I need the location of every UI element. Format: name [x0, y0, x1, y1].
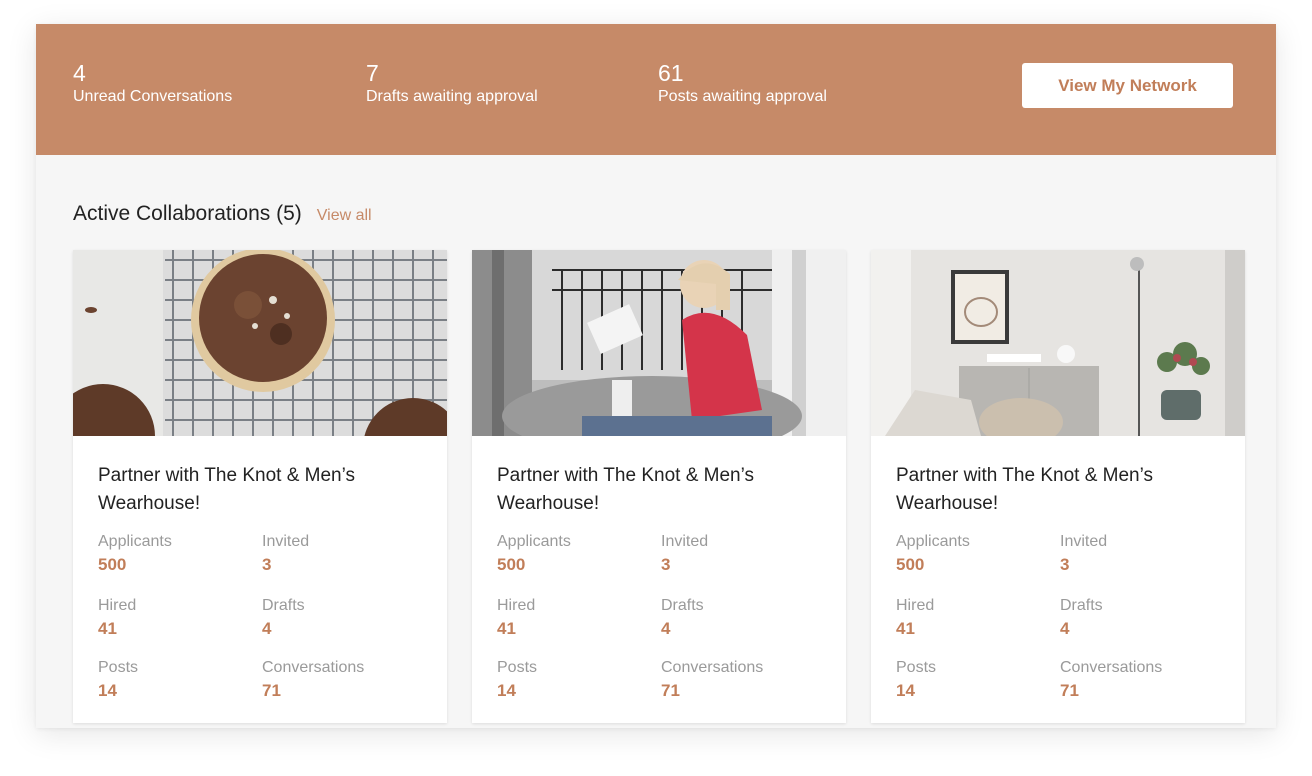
metric-drafts: Drafts 4	[262, 596, 305, 640]
metric-invited: Invited 3	[1060, 532, 1107, 576]
woman-reading-photo[interactable]	[472, 250, 846, 436]
metric-value: 71	[1060, 681, 1079, 700]
metric-value: 3	[1060, 555, 1070, 574]
card-title[interactable]: Partner with The Knot & Men’s Wearhouse!	[896, 462, 1216, 518]
section-header: Active Collaborations (5) View all	[73, 202, 372, 226]
metric-hired: Hired 41	[98, 596, 136, 640]
metric-value: 14	[497, 681, 516, 700]
metric-value: 3	[661, 555, 671, 574]
metric-invited: Invited 3	[262, 532, 309, 576]
metric-applicants: Applicants 500	[896, 532, 970, 576]
collaboration-card[interactable]: Partner with The Knot & Men’s Wearhouse!…	[472, 250, 846, 723]
stat-label: Unread Conversations	[73, 88, 233, 105]
view-my-network-button[interactable]: View My Network	[1022, 63, 1233, 108]
stats-bar: 4 Unread Conversations 7 Drafts awaiting…	[36, 24, 1276, 155]
metric-value: 4	[1060, 619, 1070, 638]
metric-label: Drafts	[262, 597, 305, 614]
metric-conversations: Conversations 71	[262, 658, 364, 702]
metric-value: 14	[896, 681, 915, 700]
metric-hired: Hired 41	[497, 596, 535, 640]
metric-posts: Posts 14	[98, 658, 138, 702]
metric-label: Hired	[896, 597, 935, 614]
metric-value: 500	[497, 555, 526, 574]
metric-label: Applicants	[896, 533, 970, 550]
stat-label: Drafts awaiting approval	[366, 88, 538, 105]
collaboration-card[interactable]: Partner with The Knot & Men’s Wearhouse!…	[871, 250, 1245, 723]
metric-posts: Posts 14	[896, 658, 936, 702]
metric-value: 14	[98, 681, 117, 700]
metric-label: Applicants	[98, 533, 172, 550]
metric-label: Applicants	[497, 533, 571, 550]
dashboard-panel: 4 Unread Conversations 7 Drafts awaiting…	[36, 24, 1276, 728]
interior-photo[interactable]	[871, 250, 1245, 436]
metric-value: 41	[896, 619, 915, 638]
metric-label: Invited	[1060, 533, 1108, 550]
stat-posts-awaiting[interactable]: 61 Posts awaiting approval	[658, 60, 827, 107]
metric-label: Posts	[896, 659, 937, 676]
metric-value: 71	[661, 681, 680, 700]
metric-hired: Hired 41	[896, 596, 934, 640]
metric-drafts: Drafts 4	[1060, 596, 1103, 640]
metric-value: 4	[661, 619, 671, 638]
metric-label: Conversations	[661, 659, 764, 676]
metric-label: Drafts	[1060, 597, 1103, 614]
metric-label: Conversations	[1060, 659, 1163, 676]
metric-value: 3	[262, 555, 272, 574]
metric-label: Posts	[98, 659, 139, 676]
metric-label: Hired	[98, 597, 137, 614]
card-title[interactable]: Partner with The Knot & Men’s Wearhouse!	[98, 462, 418, 518]
metric-conversations: Conversations 71	[661, 658, 763, 702]
metric-value: 500	[896, 555, 925, 574]
metric-invited: Invited 3	[661, 532, 708, 576]
metric-label: Invited	[661, 533, 709, 550]
section-title: Active Collaborations (5)	[73, 202, 302, 225]
metric-value: 4	[262, 619, 272, 638]
metric-applicants: Applicants 500	[98, 532, 172, 576]
stat-unread-conversations[interactable]: 4 Unread Conversations	[73, 60, 232, 107]
metric-value: 41	[497, 619, 516, 638]
metric-value: 500	[98, 555, 127, 574]
card-title[interactable]: Partner with The Knot & Men’s Wearhouse!	[497, 462, 817, 518]
metric-drafts: Drafts 4	[661, 596, 704, 640]
metric-label: Posts	[497, 659, 538, 676]
collaboration-card[interactable]: Partner with The Knot & Men’s Wearhouse!…	[73, 250, 447, 723]
stat-number: 61	[658, 60, 684, 86]
metric-label: Drafts	[661, 597, 704, 614]
stat-drafts-awaiting[interactable]: 7 Drafts awaiting approval	[366, 60, 538, 107]
stat-number: 4	[73, 60, 86, 86]
metric-label: Hired	[497, 597, 536, 614]
metric-label: Invited	[262, 533, 310, 550]
metric-value: 41	[98, 619, 117, 638]
metric-value: 71	[262, 681, 281, 700]
view-all-link[interactable]: View all	[317, 207, 372, 225]
metric-applicants: Applicants 500	[497, 532, 571, 576]
stat-label: Posts awaiting approval	[658, 88, 827, 105]
stat-number: 7	[366, 60, 379, 86]
metric-posts: Posts 14	[497, 658, 537, 702]
muffins-photo[interactable]	[73, 250, 447, 436]
metric-conversations: Conversations 71	[1060, 658, 1162, 702]
metric-label: Conversations	[262, 659, 365, 676]
